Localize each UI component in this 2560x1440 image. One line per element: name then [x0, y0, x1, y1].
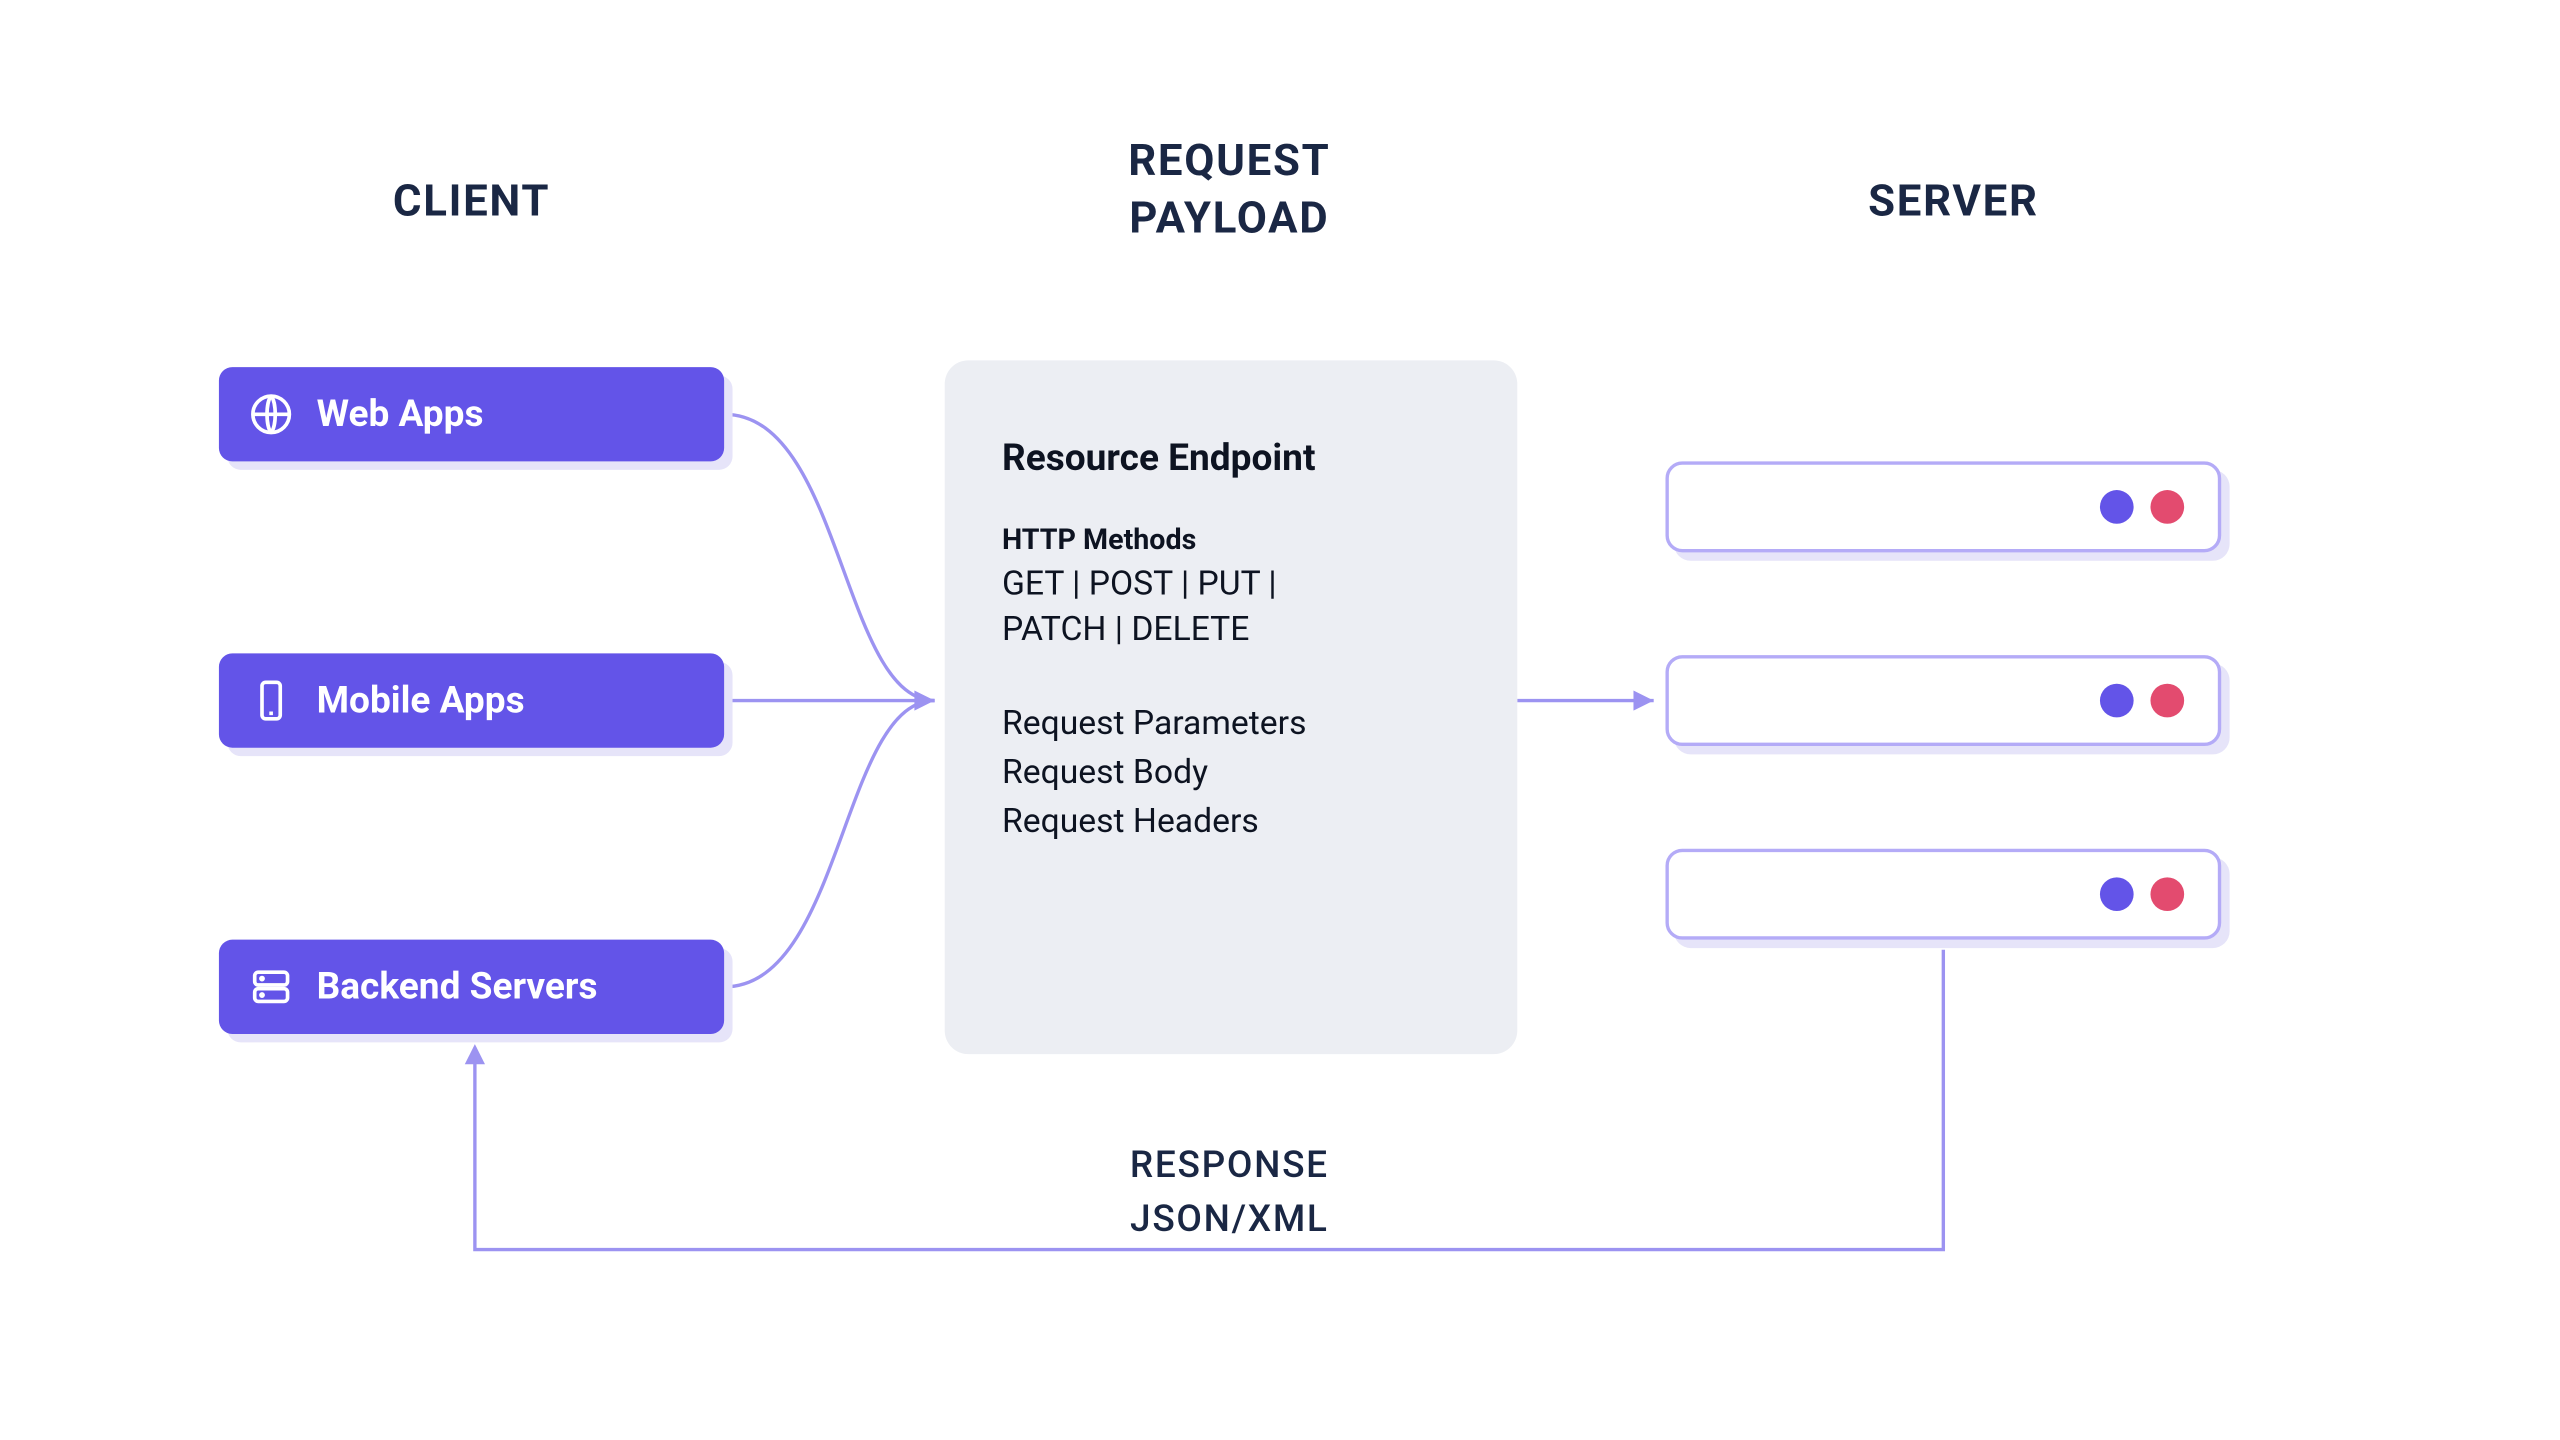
heading-request-line2: PAYLOAD — [1129, 193, 1329, 244]
server-node-3 — [1665, 849, 2221, 940]
heading-request-line1: REQUEST — [1128, 136, 1330, 187]
heading-server: SERVER — [1667, 177, 2240, 228]
response-label-line1: RESPONSE — [943, 1145, 1516, 1187]
http-methods-label: HTTP Methods — [1002, 524, 1460, 558]
client-mobile-label: Mobile Apps — [317, 679, 525, 721]
request-body: Request Body — [1002, 748, 1460, 797]
status-dot-red-icon — [2150, 877, 2184, 911]
request-extras: Request Parameters Request Body Request … — [1002, 699, 1460, 846]
client-web-label: Web Apps — [317, 393, 484, 435]
request-parameters: Request Parameters — [1002, 699, 1460, 748]
status-dot-blue-icon — [2100, 877, 2134, 911]
status-dot-red-icon — [2150, 490, 2184, 524]
server-node-2 — [1665, 655, 2221, 746]
response-label-line2: JSON/XML — [943, 1199, 1516, 1241]
status-dot-blue-icon — [2100, 490, 2134, 524]
http-methods-list: GET | POST | PUT | PATCH | DELETE — [1002, 561, 1460, 652]
heading-request: REQUEST PAYLOAD — [943, 135, 1516, 249]
request-headers: Request Headers — [1002, 797, 1460, 846]
status-dot-red-icon — [2150, 684, 2184, 718]
server-icon — [249, 965, 293, 1009]
globe-icon — [249, 392, 293, 436]
request-payload-card: Resource Endpoint HTTP Methods GET | POS… — [945, 360, 1518, 1054]
client-backend-label: Backend Servers — [317, 966, 598, 1008]
client-web-apps: Web Apps — [219, 367, 724, 461]
mobile-icon — [249, 679, 293, 723]
client-mobile-apps: Mobile Apps — [219, 653, 724, 747]
payload-title: Resource Endpoint — [1002, 438, 1460, 480]
heading-client: CLIENT — [219, 177, 724, 228]
status-dot-blue-icon — [2100, 684, 2134, 718]
server-node-1 — [1665, 461, 2221, 552]
client-backend-servers: Backend Servers — [219, 940, 724, 1034]
